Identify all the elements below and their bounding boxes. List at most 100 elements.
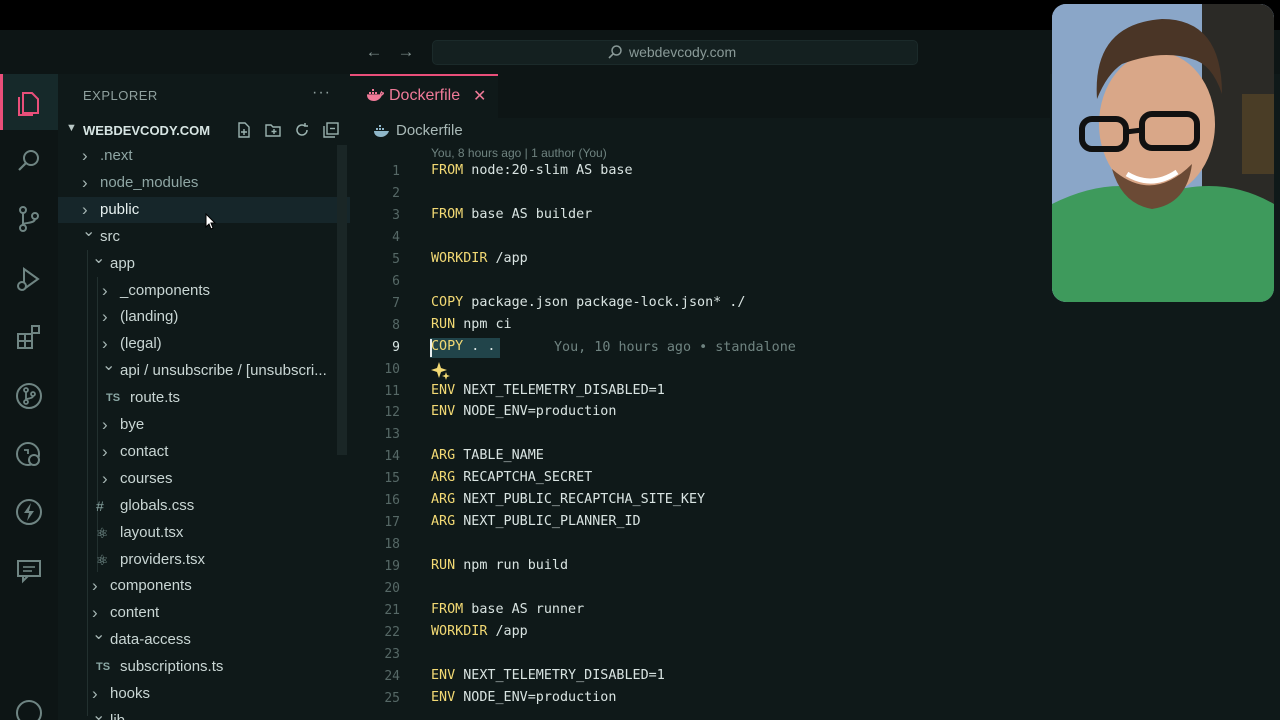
codelens-blame[interactable]: You, 8 hours ago | 1 author (You) — [431, 146, 607, 160]
line-number: 13 — [384, 427, 400, 443]
code-line[interactable]: FROM base AS runner — [431, 602, 584, 617]
code-line[interactable]: ARG NEXT_PUBLIC_PLANNER_ID — [431, 514, 641, 529]
tree-item-label: _components — [120, 281, 211, 299]
tree-item-label: content — [110, 604, 160, 622]
code-keyword: COPY — [431, 338, 464, 354]
new-folder-icon[interactable] — [264, 121, 282, 139]
tree-item[interactable]: › bye — [58, 412, 350, 438]
tree-item[interactable]: › node_modules — [58, 170, 350, 196]
tree-item[interactable]: # globals.css — [58, 493, 350, 519]
run-debug-icon[interactable] — [14, 264, 44, 294]
tree-item[interactable]: ⌄ data-access — [58, 626, 350, 653]
code-line[interactable]: WORKDIR /app — [431, 251, 528, 266]
code-line[interactable]: FROM base AS builder — [431, 207, 592, 222]
close-tab-icon[interactable]: ✕ — [473, 86, 486, 106]
code-line[interactable]: FROM node:20-slim AS base — [431, 163, 633, 178]
react-file-icon: ⚛ — [96, 524, 109, 541]
line-number: 2 — [392, 185, 400, 201]
code-text: npm ci — [455, 316, 512, 332]
line-number: 9 — [392, 339, 400, 355]
tree-item[interactable]: TS subscriptions.ts — [58, 654, 350, 680]
line-number: 18 — [384, 537, 400, 553]
forward-arrow-icon[interactable]: → — [396, 42, 416, 62]
code-keyword: ENV — [431, 667, 456, 683]
code-keyword: WORKDIR — [431, 623, 488, 639]
breadcrumb[interactable]: Dockerfile — [396, 122, 463, 139]
files-icon[interactable] — [14, 88, 44, 118]
tree-item-label: courses — [120, 469, 173, 487]
tree-item[interactable]: › contact — [58, 439, 350, 465]
search-icon[interactable] — [14, 146, 44, 176]
code-line[interactable]: ARG RECAPTCHA_SECRET — [431, 470, 592, 485]
code-line[interactable]: ENV NODE_ENV=production — [431, 690, 616, 705]
code-line[interactable]: ENV NODE_ENV=production — [431, 404, 616, 419]
code-line[interactable]: COPY package.json package-lock.json* ./ — [431, 295, 745, 310]
code-keyword: ARG — [431, 448, 456, 464]
explorer-title: EXPLORER — [83, 88, 158, 103]
code-keyword: ARG — [431, 514, 456, 530]
tree-item[interactable]: › .next — [58, 143, 350, 169]
tree-item-label: providers.tsx — [120, 550, 206, 568]
tree-item[interactable]: ⚛ providers.tsx — [58, 547, 350, 573]
tree-item[interactable]: ⌄ lib — [58, 707, 350, 720]
lightning-icon[interactable] — [14, 497, 44, 527]
code-line[interactable]: ARG NEXT_PUBLIC_RECAPTCHA_SITE_KEY — [431, 492, 705, 507]
tree-item[interactable]: ⌄ app — [58, 250, 350, 277]
code-text: RECAPTCHA_SECRET — [455, 470, 593, 486]
tree-item[interactable]: ⚛ layout.tsx — [58, 520, 350, 546]
tree-item[interactable]: › components — [58, 573, 350, 599]
code-line[interactable]: RUN npm ci — [431, 317, 512, 332]
code-line[interactable]: COPY . . — [431, 339, 496, 354]
code-keyword: ENV — [431, 382, 456, 398]
mouse-pointer-icon — [205, 213, 217, 230]
code-text: package.json package-lock.json* ./ — [463, 294, 746, 310]
git-graph-icon[interactable] — [14, 381, 44, 411]
chevron-down-icon: ⌄ — [92, 249, 106, 267]
tree-item-label: data-access — [110, 631, 191, 649]
refresh-icon[interactable] — [293, 121, 311, 139]
chevron-down-icon: ⌄ — [92, 626, 106, 644]
code-text: TABLE_NAME — [455, 448, 544, 464]
back-arrow-icon[interactable]: ← — [364, 42, 384, 62]
tree-item-label: bye — [120, 416, 145, 433]
code-text: NODE_ENV=production — [455, 689, 617, 705]
code-text: npm run build — [455, 558, 569, 574]
extensions-icon[interactable] — [14, 322, 44, 352]
code-text: base AS builder — [463, 206, 593, 222]
line-number: 4 — [392, 229, 400, 245]
code-text: NEXT_TELEMETRY_DISABLED=1 — [455, 667, 665, 683]
code-text: /app — [487, 250, 528, 266]
source-control-icon[interactable] — [14, 204, 44, 234]
code-line[interactable]: ARG TABLE_NAME — [431, 448, 544, 463]
chevron-right-icon: › — [82, 172, 88, 192]
tree-item[interactable]: ⌄ api / unsubscribe / [unsubscri... — [58, 357, 350, 384]
code-line[interactable]: ENV NEXT_TELEMETRY_DISABLED=1 — [431, 668, 665, 683]
search-text: webdevcody.com — [629, 44, 737, 60]
new-file-icon[interactable] — [235, 121, 253, 139]
tree-item-label: hooks — [110, 685, 151, 702]
tree-item[interactable]: › public — [58, 196, 350, 223]
code-line[interactable]: RUN npm run build — [431, 558, 568, 573]
account-icon[interactable] — [14, 698, 44, 720]
tree-item[interactable]: TS route.ts — [58, 385, 350, 411]
sparkle-icon[interactable] — [431, 360, 451, 380]
collapse-all-icon[interactable] — [322, 121, 340, 139]
code-line[interactable]: WORKDIR /app — [431, 624, 528, 639]
webcam-overlay — [1052, 4, 1274, 302]
more-actions-icon[interactable]: ··· — [312, 84, 331, 102]
tree-item[interactable]: › (landing) — [58, 304, 350, 330]
sidebar-scrollbar[interactable] — [337, 145, 347, 455]
tree-item[interactable]: › courses — [58, 466, 350, 492]
chevron-right-icon: › — [82, 146, 88, 165]
code-keyword: FROM — [431, 206, 464, 222]
tree-item[interactable]: › _components — [58, 278, 350, 304]
code-text: NEXT_PUBLIC_PLANNER_ID — [455, 514, 641, 530]
remote-explorer-icon[interactable] — [14, 440, 44, 470]
comments-icon[interactable] — [14, 555, 44, 585]
line-number: 17 — [384, 515, 400, 531]
code-text: NEXT_TELEMETRY_DISABLED=1 — [455, 382, 665, 398]
code-text: . . — [463, 338, 496, 354]
chevron-right-icon: › — [102, 468, 108, 488]
tree-item-label: contact — [120, 442, 169, 460]
code-line[interactable]: ENV NEXT_TELEMETRY_DISABLED=1 — [431, 383, 665, 398]
